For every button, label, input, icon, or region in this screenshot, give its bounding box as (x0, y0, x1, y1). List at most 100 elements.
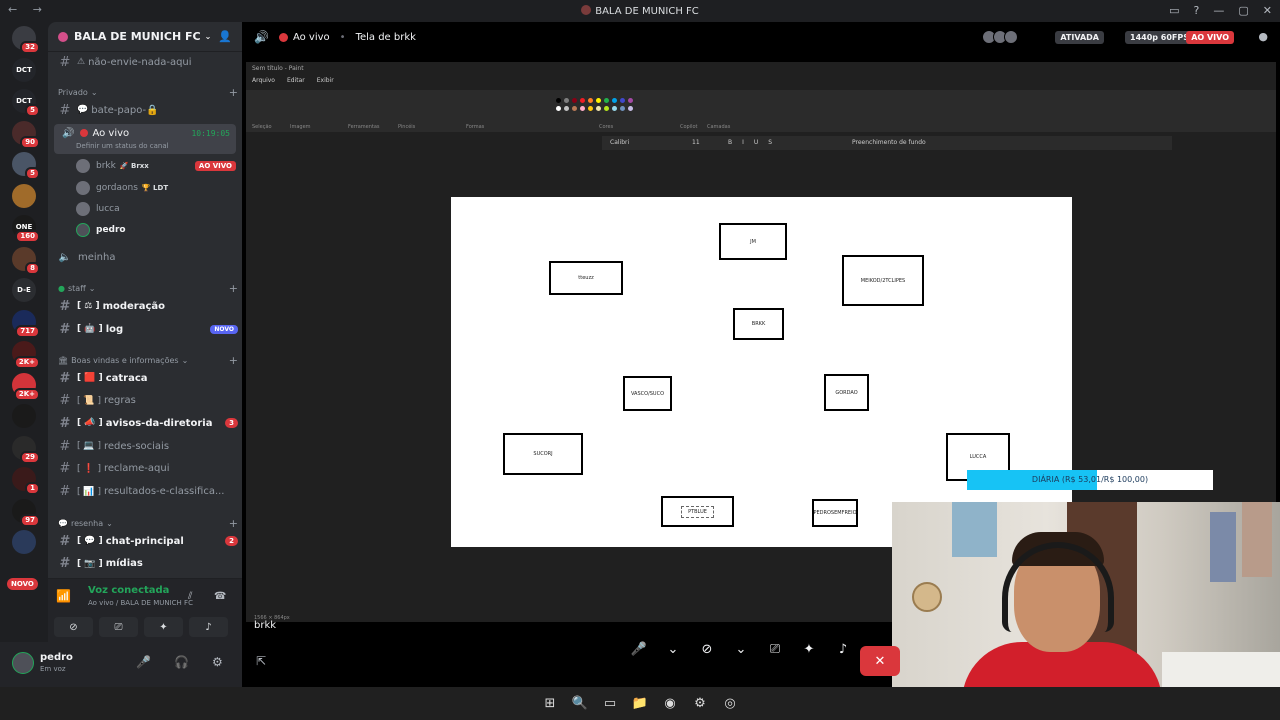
server-icon[interactable]: 1 (12, 467, 40, 495)
voice-user-pedro[interactable]: pedro (76, 221, 236, 239)
color-swatch[interactable] (564, 106, 569, 111)
taskbar-app-icon[interactable]: ⚙ (690, 694, 710, 714)
text-box[interactable]: BRKK (733, 308, 784, 340)
server-icon[interactable]: 2K+ (12, 341, 40, 369)
soundboard-button[interactable]: ♪ (189, 617, 228, 637)
channel-item[interactable]: # [ 📊 ] resultados-e-classifica... (56, 482, 238, 502)
text-box[interactable]: tteuzz (549, 261, 623, 295)
mic-icon[interactable]: 🎤 (136, 655, 151, 669)
add-user-icon[interactable]: 👤 (218, 30, 232, 43)
chat-bubble-icon[interactable]: ● (1258, 30, 1268, 43)
inbox-icon[interactable]: ▭ (1169, 4, 1179, 17)
voice-user-gordaons[interactable]: gordaons 🏆 LDT (76, 179, 236, 197)
fill-background-label[interactable]: Preenchimento de fundo (852, 139, 926, 146)
color-swatch[interactable] (572, 106, 577, 111)
add-channel-icon[interactable]: + (229, 282, 238, 295)
taskbar-app-icon[interactable]: 🔍 (570, 694, 590, 714)
color-swatch[interactable] (580, 98, 585, 103)
color-swatch[interactable] (628, 106, 633, 111)
server-icon[interactable]: D-E (12, 278, 36, 302)
server-icon[interactable] (12, 530, 36, 554)
text-box[interactable]: GORDAO (824, 374, 869, 411)
format-buttons[interactable]: BIUS (728, 139, 782, 146)
channel-nao-envie[interactable]: # ⚠ não-envie-nada-aqui (56, 52, 238, 72)
headphone-icon[interactable]: 🎧 (174, 655, 189, 669)
category-resenha[interactable]: 💬 resenha ⌄ + (58, 516, 238, 530)
server-icon[interactable]: 2K+ (12, 372, 40, 401)
color-swatch[interactable] (588, 98, 593, 103)
server-icon[interactable]: 29 (12, 435, 40, 464)
taskbar-app-icon[interactable]: ▭ (600, 694, 620, 714)
text-box[interactable]: MEIKOD/2TCLIPES (842, 255, 924, 306)
color-swatch[interactable] (620, 106, 625, 111)
guild-header[interactable]: BALA DE MUNICH FC ⌄ 👤 (48, 22, 242, 52)
server-icon[interactable] (12, 183, 36, 208)
close-icon[interactable]: ✕ (1263, 4, 1272, 17)
server-icon[interactable]: 5 (12, 152, 40, 180)
popout-icon[interactable]: ⇱ (256, 654, 266, 668)
signal-icon[interactable]: 📶 (56, 589, 71, 603)
color-swatch[interactable] (612, 106, 617, 111)
menu-item[interactable]: Arquivo (252, 77, 275, 84)
channel-item[interactable]: # [ 📣 ] avisos-da-diretoria 3 (56, 413, 238, 433)
color-swatch[interactable] (564, 98, 569, 103)
activities-icon[interactable]: ✦ (797, 642, 821, 657)
server-icon[interactable]: 717 (12, 309, 40, 338)
color-swatch[interactable] (628, 98, 633, 103)
channel-bate-papo[interactable]: # 💬 bate-papo-🔒 (56, 100, 238, 120)
voice-channel-meinha[interactable]: 🔈 meinha (56, 247, 238, 267)
disconnect-icon[interactable]: ☎ (214, 591, 226, 602)
add-channel-icon[interactable]: + (229, 86, 238, 99)
server-icon[interactable] (12, 404, 36, 428)
channel-item[interactable]: # [ 💻 ] redes-sociais (56, 436, 238, 456)
camera-off-button[interactable]: ⊘ (54, 617, 93, 637)
color-swatch[interactable] (588, 106, 593, 111)
viewer-avatars[interactable] (982, 30, 1018, 44)
maximize-icon[interactable]: ▢ (1238, 4, 1248, 17)
category-boas-vindas[interactable]: 🏛 Boas vindas e informações ⌄ + (58, 353, 238, 367)
voice-user-lucca[interactable]: lucca (76, 200, 236, 218)
help-icon[interactable]: ? (1194, 4, 1200, 17)
taskbar-app-icon[interactable]: ◎ (720, 694, 740, 714)
text-box[interactable]: VASCO/SUCO (623, 376, 672, 411)
color-swatch[interactable] (556, 98, 561, 103)
disconnect-button[interactable]: ✕ (860, 646, 900, 676)
chevron-down-icon[interactable]: ⌄ (661, 642, 685, 657)
font-name[interactable]: Calibri (610, 139, 629, 146)
minimize-icon[interactable]: — (1213, 4, 1224, 17)
menu-item[interactable]: Editar (287, 77, 305, 84)
quality-badge[interactable]: 1440p 60FPS (1125, 31, 1194, 44)
server-icon[interactable]: 32 (12, 26, 40, 54)
taskbar-app-icon[interactable]: 📁 (630, 694, 650, 714)
font-size[interactable]: 11 (692, 139, 700, 146)
server-icon[interactable]: ONE 160 (12, 215, 40, 243)
mic-icon[interactable]: 🎤 (627, 642, 651, 657)
activities-button[interactable]: ✦ (144, 617, 183, 637)
server-icon[interactable]: 90 (12, 120, 40, 149)
voice-channel-ao-vivo[interactable]: 🔊 Ao vivo 10:19:05 Definir um status do c… (54, 124, 236, 154)
color-swatch[interactable] (596, 98, 601, 103)
server-icon[interactable]: 8 (12, 246, 40, 275)
channel-item[interactable]: # [ 📷 ] mídias (56, 554, 238, 574)
color-swatch[interactable] (612, 98, 617, 103)
soundboard-icon[interactable]: ♪ (831, 642, 855, 657)
text-box[interactable]: PEDROSEMFREIO (812, 499, 858, 527)
color-swatch[interactable] (620, 98, 625, 103)
taskbar-app-icon[interactable]: ◉ (660, 694, 680, 714)
channel-item[interactable]: # [ 📜 ] regras (56, 391, 238, 411)
chevron-down-icon[interactable]: ⌄ (729, 642, 753, 657)
text-box[interactable]: JM (719, 223, 787, 260)
channel-item[interactable]: # [ 🟥 ] catraca (56, 368, 238, 388)
voice-status[interactable]: Definir um status do canal (76, 142, 169, 150)
channel-item[interactable]: # [ ❗ ] reclame-aqui (56, 459, 238, 479)
voice-user-brkk[interactable]: brkk 🚀 Brxx AO VIVO (76, 157, 236, 175)
server-icon[interactable]: 97 (12, 498, 40, 527)
category-privado[interactable]: Privado ⌄ + (58, 85, 238, 99)
color-swatch[interactable] (604, 98, 609, 103)
avatar[interactable] (12, 652, 34, 674)
color-swatch[interactable] (604, 106, 609, 111)
menu-item[interactable]: Exibir (317, 77, 334, 84)
screen-share-icon[interactable]: ⎚ (763, 642, 787, 657)
channel-item[interactable]: # [ 💬 ] chat-principal 2 (56, 531, 238, 551)
category-staff[interactable]: ● staff ⌄ + (58, 281, 238, 295)
